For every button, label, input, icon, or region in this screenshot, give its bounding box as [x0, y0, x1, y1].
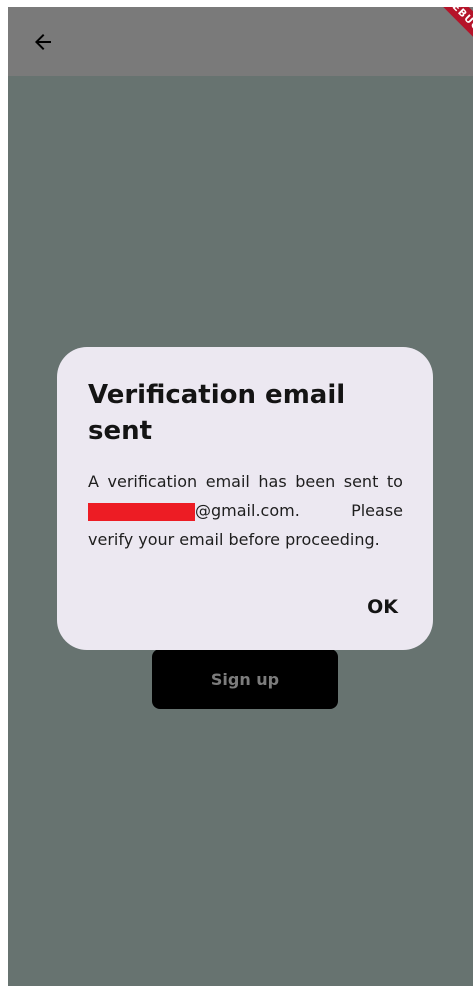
app-bar: DEBUG	[8, 7, 473, 76]
dialog-title: Verification email sent	[88, 380, 346, 446]
app-screen: DEBUG Sign up Verification email sent A …	[8, 7, 473, 986]
arrow-left-icon	[35, 34, 51, 50]
ok-button[interactable]: OK	[367, 596, 398, 618]
body-line-1: A verification email has been sent to	[88, 472, 403, 491]
verification-dialog: Verification email sent A verification e…	[57, 347, 433, 650]
email-domain: @gmail.com.	[195, 501, 300, 520]
sign-up-button[interactable]: Sign up	[152, 649, 338, 709]
debug-banner: DEBUG	[428, 7, 473, 49]
email-address: @gmail.com.	[88, 496, 300, 525]
body-line-2: @gmail.com. Please	[88, 496, 403, 525]
redacted-email-user	[88, 502, 195, 521]
dialog-body: A verification email has been sent to @g…	[88, 467, 403, 554]
back-button[interactable]	[28, 27, 58, 57]
body-line-3: verify your email before proceeding.	[88, 530, 380, 549]
